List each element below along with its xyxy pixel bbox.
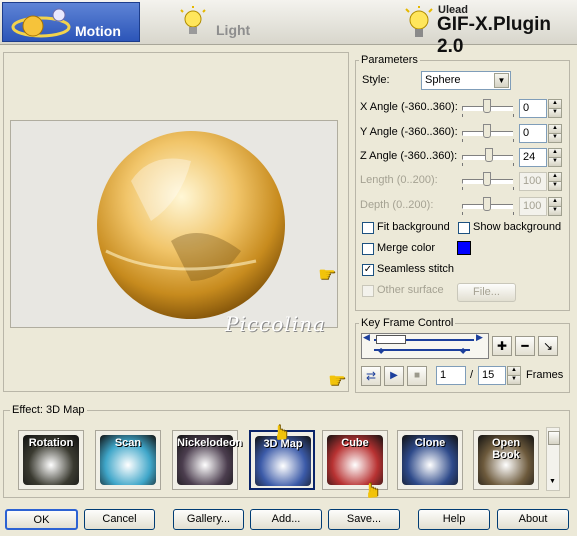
style-dropdown-value: Sphere [425,74,461,86]
chevron-down-icon[interactable]: ▼ [494,73,509,88]
gallery-button[interactable]: Gallery... [173,509,244,530]
preview-canvas[interactable] [10,120,338,328]
merge-color-label: Merge color [377,242,436,254]
slider-label: Z Angle (-360..360): [360,150,458,162]
preview-sphere [97,131,285,319]
slider-value-input[interactable]: 24 [519,148,547,167]
slider-ticks [462,212,514,215]
parameters-title: Parameters [359,54,420,66]
merge-color-checkbox[interactable] [362,243,374,255]
slider-label: Length (0..200): [360,174,438,186]
lightbulb-icon [180,6,206,34]
slider-label: Depth (0..200): [360,199,434,211]
keyframe-title: Key Frame Control [359,317,456,329]
effects-scrollbar[interactable]: ▼ [546,427,560,491]
tab-light[interactable]: Light [150,2,280,42]
play-icon[interactable]: ▶ [384,366,404,386]
tab-motion[interactable]: Motion [2,2,140,42]
effect-label: Nickelodeon [177,437,243,449]
current-frame-input[interactable]: 1 [436,366,466,385]
other-surface-label: Other surface [377,284,444,296]
arrow-right-icon[interactable]: ▶ [476,332,483,343]
tab-motion-label: Motion [75,23,121,39]
slider-value-input[interactable]: 100 [519,197,547,216]
slider-ticks [462,163,514,166]
slider-spinner[interactable]: ▲ ▼ [548,99,562,118]
merge-color-swatch[interactable] [457,241,471,255]
effect-item[interactable]: Scan [95,430,161,490]
brand-lightbulb-icon [405,6,433,37]
slider-ticks [462,114,514,117]
slider-value-input[interactable]: 100 [519,172,547,191]
scrollbar-thumb[interactable] [548,431,560,445]
hand-pointer-icon: ☛ [362,481,385,500]
file-button[interactable]: File... [457,283,516,302]
keyframe-timeline[interactable]: ◀ ▶ ◆ ◆ [361,332,489,359]
slider-thumb[interactable] [483,99,491,113]
help-button[interactable]: Help [418,509,490,530]
about-button[interactable]: About [497,509,569,530]
effect-label: Clone [414,437,446,449]
effect-label: Cube [341,437,369,449]
effect-label: Rotation [28,437,74,449]
fit-background-label: Fit background [377,221,450,233]
show-background-label: Show background [473,221,562,233]
seamless-stitch-checkbox[interactable]: ✓ [362,264,374,276]
keyframe-start-marker[interactable]: ◆ [378,346,384,355]
slider-spinner[interactable]: ▲ ▼ [548,148,562,167]
slider-label: Y Angle (-360..360): [360,126,458,138]
total-frames-input[interactable]: 15 [478,366,506,385]
scroll-down-icon[interactable]: ▼ [549,478,556,485]
slider-ticks [462,139,514,142]
effect-item[interactable]: Rotation [18,430,84,490]
frame-separator: / [470,369,474,381]
other-surface-checkbox[interactable] [362,285,374,297]
timeline-range-handle[interactable] [376,335,406,344]
hand-pointer-icon: ☛ [328,370,346,392]
remove-keyframe-icon[interactable]: ━ [515,336,535,356]
slider-spinner[interactable]: ▲ ▼ [548,124,562,143]
effect-item[interactable]: Clone [397,430,463,490]
loop-icon[interactable]: ⇄ [361,366,381,386]
stop-icon[interactable]: ■ [407,366,427,386]
slider-thumb[interactable] [483,124,491,138]
motion-icon [11,8,71,38]
hand-pointer-icon: ☛ [318,264,336,286]
add-keyframe-icon[interactable]: ✚ [492,336,512,356]
ok-button[interactable]: OK [5,509,78,530]
fit-background-checkbox[interactable] [362,222,374,234]
slider-label: X Angle (-360..360): [360,101,458,113]
slider-thumb[interactable] [483,172,491,186]
slider-thumb[interactable] [483,197,491,211]
total-frames-spinner[interactable]: ▲ ▼ [507,366,521,385]
frames-label: Frames [526,369,564,381]
brand-product-title: GIF-X.Plugin 2.0 [437,14,551,57]
style-label: Style: [362,74,390,86]
style-dropdown[interactable]: Sphere ▼ [421,71,511,90]
slider-spinner[interactable]: ▲ ▼ [548,172,562,191]
effect-item[interactable]: Nickelodeon [172,430,243,490]
save-button[interactable]: Save... [328,509,400,530]
effect-label: Scan [114,437,142,449]
seamless-stitch-label: Seamless stitch [377,263,455,275]
header-bar: Motion Light Ulead GIF-X.Plugin 2.0 [0,0,577,57]
slider-value-input[interactable]: 0 [519,124,547,143]
timeline-bottom-track [374,349,470,351]
slider-value-input[interactable]: 0 [519,99,547,118]
keyframe-path-icon[interactable]: ↘ [538,336,558,356]
slider-thumb[interactable] [485,148,493,162]
slider-ticks [462,187,514,190]
hand-pointer-icon: ☛ [271,423,294,442]
keyframe-end-marker[interactable]: ◆ [460,346,466,355]
cancel-button[interactable]: Cancel [84,509,155,530]
effects-title: Effect: 3D Map [10,404,87,416]
slider-spinner[interactable]: ▲ ▼ [548,197,562,216]
add-button[interactable]: Add... [250,509,322,530]
show-background-checkbox[interactable] [458,222,470,234]
arrow-left-icon[interactable]: ◀ [363,332,370,343]
tab-light-label: Light [216,22,251,38]
effect-item[interactable]: Open Book [473,430,539,490]
preview-watermark: Piccolina [225,312,326,336]
effect-label: Open Book [491,437,521,461]
